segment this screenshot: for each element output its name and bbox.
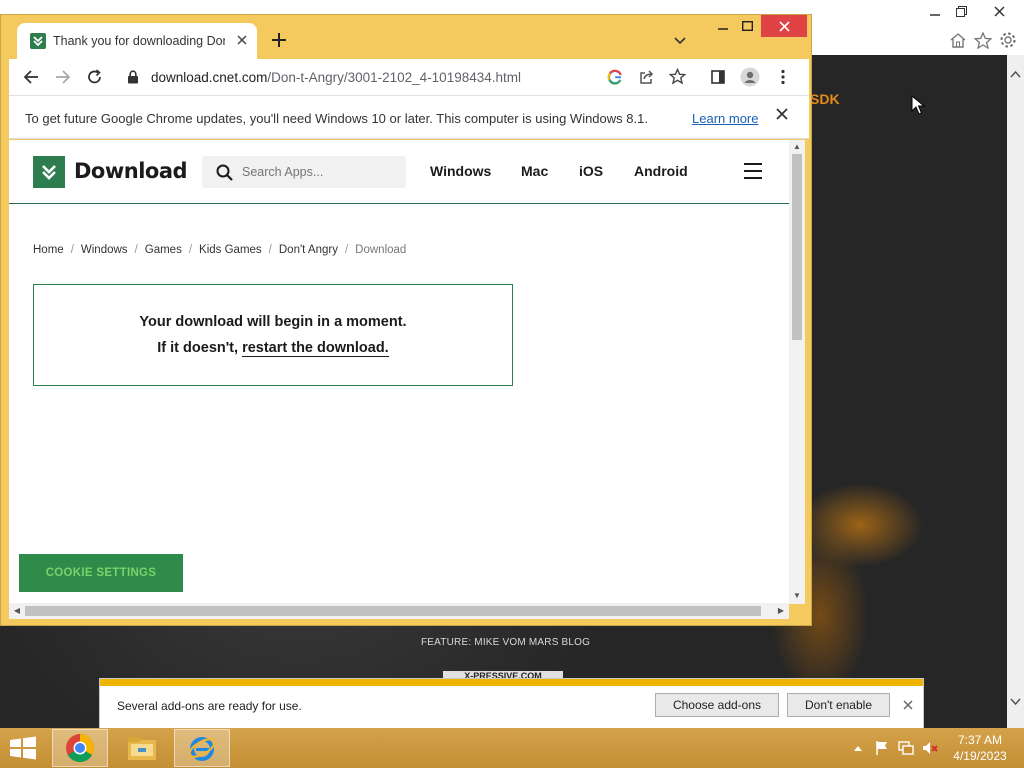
breadcrumb-home[interactable]: Home [33,244,64,256]
nav-android[interactable]: Android [634,163,688,179]
nav-mac[interactable]: Mac [521,163,548,179]
chrome-close-button[interactable] [761,15,807,37]
download-logo-icon[interactable] [33,156,65,188]
favorites-star-icon[interactable] [973,30,993,50]
action-center-flag-icon[interactable] [874,740,890,756]
nav-ios[interactable]: iOS [579,163,603,179]
notification-close-icon[interactable] [900,697,916,713]
scroll-right-icon[interactable]: ▶ [775,605,787,617]
dont-enable-button[interactable]: Don't enable [787,693,890,717]
scroll-up-icon[interactable]: ▲ [791,141,803,153]
breadcrumb-current: Download [355,244,407,256]
scroll-up-icon[interactable] [1010,70,1021,81]
profile-avatar-icon[interactable] [738,65,762,89]
taskbar-file-explorer[interactable] [114,729,170,767]
reload-icon[interactable] [83,65,107,89]
volume-muted-icon[interactable] [922,740,938,756]
tab-close-icon[interactable] [233,31,251,49]
scroll-down-icon[interactable] [1010,698,1021,709]
tab-search-chevron-icon[interactable] [673,33,693,49]
infobar-message: To get future Google Chrome updates, you… [25,111,648,126]
browser-toolbar: download.cnet.com/Don-t-Angry/3001-2102_… [9,59,809,95]
page-vertical-scrollbar[interactable]: ▲ ▼ [789,140,805,604]
restart-download-link[interactable]: restart the download. [242,340,389,357]
ie-vertical-scrollbar[interactable] [1007,55,1024,728]
internet-explorer-icon [188,737,216,761]
site-search[interactable] [202,156,406,188]
hamburger-menu-icon[interactable] [744,163,762,179]
url-host: download.cnet.com [151,70,268,85]
share-icon[interactable] [638,69,654,90]
breadcrumb-games[interactable]: Games [145,244,182,256]
search-input[interactable] [242,163,392,181]
addons-notification-bar: Several add-ons are ready for use. Choos… [100,679,923,728]
tools-gear-icon[interactable] [998,30,1018,50]
web-page: Download Windows Mac iOS Android Home/Wi… [9,140,789,604]
network-icon[interactable] [898,740,914,756]
taskbar: 7:37 AM 4/19/2023 [0,728,1024,768]
site-header: Download Windows Mac iOS Android [9,140,789,204]
clock-date: 4/19/2023 [953,749,1007,763]
scroll-thumb[interactable] [25,606,761,616]
download-message: Your download will begin in a moment. [139,314,407,330]
scroll-thumb[interactable] [792,154,802,340]
nav-windows[interactable]: Windows [430,163,491,179]
chrome-minimize-button[interactable] [711,15,735,37]
taskbar-internet-explorer[interactable] [174,729,230,767]
ie-page-orange-text[interactable]: SDK [810,91,840,107]
feature-caption: FEATURE: MIKE VOM MARS BLOG [421,637,591,648]
windows-start-icon[interactable] [8,736,38,760]
site-logo-text[interactable]: Download [74,159,188,183]
ie-restore-button[interactable] [946,0,976,22]
page-horizontal-scrollbar[interactable]: ◀ ▶ [9,603,789,619]
chrome-maximize-button[interactable] [735,15,759,37]
breadcrumb-dont-angry[interactable]: Don't Angry [279,244,338,256]
lock-icon[interactable] [127,70,139,89]
system-clock[interactable]: 7:37 AM 4/19/2023 [944,732,1016,764]
chrome-window: Thank you for downloading Don download.c… [0,14,812,626]
choose-addons-button[interactable]: Choose add-ons [655,693,779,717]
breadcrumb-kids-games[interactable]: Kids Games [199,244,262,256]
search-icon[interactable] [216,164,233,186]
google-lens-icon[interactable] [607,69,623,90]
address-bar[interactable]: download.cnet.com/Don-t-Angry/3001-2102_… [117,61,697,93]
taskbar-chrome[interactable] [52,729,108,767]
breadcrumb-windows[interactable]: Windows [81,244,128,256]
url-text[interactable]: download.cnet.com/Don-t-Angry/3001-2102_… [151,70,521,85]
tab-title: Thank you for downloading Don [53,34,225,48]
url-path: /Don-t-Angry/3001-2102_4-10198434.html [267,70,521,85]
browser-tab[interactable]: Thank you for downloading Don [17,23,257,61]
side-panel-icon[interactable] [706,65,730,89]
folder-icon [128,737,156,760]
infobar-close-icon[interactable] [772,106,792,126]
chrome-menu-icon[interactable] [771,65,795,89]
new-tab-button[interactable] [267,29,291,53]
show-hidden-icons-chevron-icon[interactable] [850,740,866,756]
bookmark-star-icon[interactable] [668,67,687,90]
home-icon[interactable] [948,30,968,50]
download-favicon-icon [30,33,46,49]
download-retry-line: If it doesn't, restart the download. [34,340,512,357]
notification-message: Several add-ons are ready for use. [117,699,302,713]
back-arrow-icon[interactable] [19,65,43,89]
breadcrumb: Home / Windows / Games / Kids Games / Don't Angr… [33,244,407,256]
scroll-down-icon[interactable]: ▼ [791,590,803,602]
scroll-left-icon[interactable]: ◀ [11,605,23,617]
download-message-box: Your download will begin in a moment. If… [33,284,513,386]
learn-more-link[interactable]: Learn more [692,111,758,126]
ie-close-button[interactable] [984,0,1014,22]
cookie-settings-button[interactable]: COOKIE SETTINGS [19,554,183,592]
update-infobar: To get future Google Chrome updates, you… [9,95,809,139]
chrome-icon [66,734,94,762]
clock-time: 7:37 AM [957,733,1003,747]
forward-arrow-icon[interactable] [51,65,75,89]
mouse-pointer-icon [911,94,926,115]
download-retry-prefix: If it doesn't, [157,340,243,356]
